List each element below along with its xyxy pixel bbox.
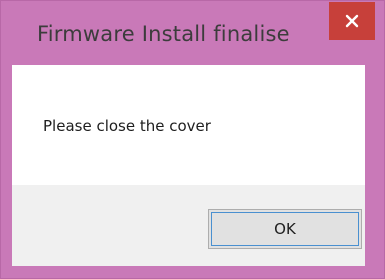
ok-button[interactable]: OK bbox=[208, 209, 362, 249]
close-button[interactable] bbox=[329, 2, 375, 40]
dialog-window: Firmware Install finalise Please close t… bbox=[0, 0, 385, 279]
title-bar[interactable]: Firmware Install finalise bbox=[1, 1, 384, 65]
dialog-title: Firmware Install finalise bbox=[37, 22, 290, 46]
close-icon bbox=[345, 14, 359, 28]
ok-button-label: OK bbox=[274, 220, 296, 238]
button-bar: OK bbox=[12, 185, 365, 266]
dialog-body: Please close the cover OK bbox=[12, 65, 365, 266]
dialog-message: Please close the cover bbox=[43, 117, 211, 135]
